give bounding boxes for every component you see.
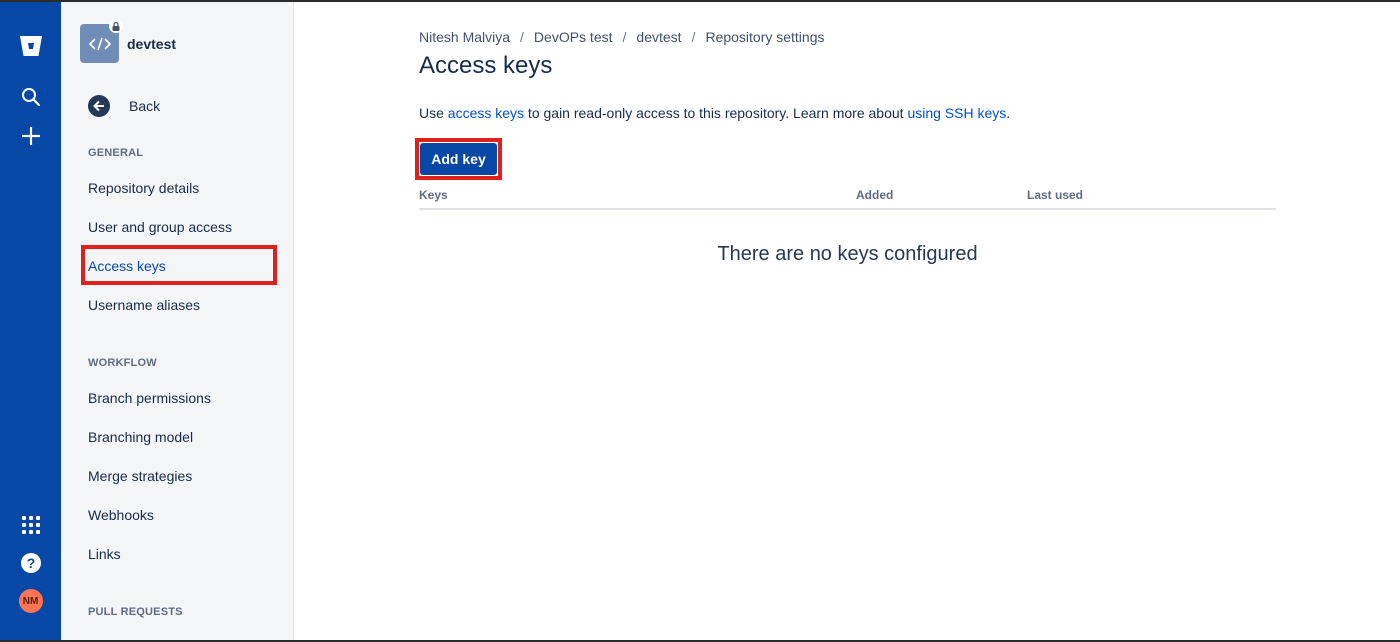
app-switcher-icon[interactable] <box>0 510 61 540</box>
breadcrumb-separator: / <box>691 29 696 45</box>
add-key-button[interactable]: Add key <box>420 143 497 175</box>
lock-icon <box>109 19 123 33</box>
section-title-workflow: WORKFLOW <box>88 357 157 369</box>
breadcrumb-item-project[interactable]: DevOPs test <box>534 29 613 45</box>
plus-icon[interactable] <box>0 120 61 152</box>
sidebar-item-merge-strategies[interactable]: Merge strategies <box>88 468 274 484</box>
section-title-pull-requests: PULL REQUESTS <box>88 606 183 618</box>
breadcrumb-item-user[interactable]: Nitesh Malviya <box>419 29 510 45</box>
keys-table-header: Keys Added Last used <box>419 188 1276 210</box>
help-icon[interactable]: ? <box>0 548 61 578</box>
description-suffix: . <box>1006 105 1011 121</box>
arrow-left-icon <box>88 95 110 117</box>
app-frame: ? NM devtest Back GENERAL Repository det… <box>0 2 1400 640</box>
breadcrumb-item-settings[interactable]: Repository settings <box>705 29 824 45</box>
sidebar-item-webhooks[interactable]: Webhooks <box>88 507 274 523</box>
global-nav: ? NM <box>0 2 61 640</box>
column-header-last-used: Last used <box>1027 188 1084 202</box>
sidebar-item-branching-model[interactable]: Branching model <box>88 429 274 445</box>
main-content: Nitesh Malviya / DevOPs test / devtest /… <box>294 2 1400 640</box>
empty-state-message: There are no keys configured <box>717 243 978 265</box>
repo-header[interactable]: devtest <box>80 19 177 63</box>
page-description: Use access keys to gain read-only access… <box>419 105 1010 121</box>
user-avatar[interactable]: NM <box>0 586 61 616</box>
search-icon[interactable] <box>0 82 61 112</box>
section-title-general: GENERAL <box>88 147 144 159</box>
breadcrumb-separator: / <box>520 29 524 45</box>
page-title: Access keys <box>419 52 553 79</box>
svg-text:?: ? <box>26 555 35 571</box>
description-prefix: Use <box>419 105 448 121</box>
repo-code-icon <box>80 19 123 63</box>
ssh-keys-link[interactable]: using SSH keys <box>907 105 1006 121</box>
breadcrumb-separator: / <box>622 29 627 45</box>
sidebar-item-links[interactable]: Links <box>88 546 274 562</box>
breadcrumb: Nitesh Malviya / DevOPs test / devtest /… <box>419 29 825 45</box>
bitbucket-logo-icon[interactable] <box>0 28 61 64</box>
sidebar-item-user-group-access[interactable]: User and group access <box>88 219 274 235</box>
highlight-annotation-access-keys <box>81 245 277 285</box>
column-header-added: Added <box>856 188 894 202</box>
repo-name: devtest <box>127 35 177 52</box>
back-button[interactable]: Back <box>88 95 160 117</box>
back-label: Back <box>129 98 161 114</box>
breadcrumb-item-repo[interactable]: devtest <box>636 29 681 45</box>
avatar-initials: NM <box>18 589 43 613</box>
access-keys-link[interactable]: access keys <box>448 105 524 121</box>
settings-sidebar: devtest Back GENERAL Repository details … <box>61 2 294 640</box>
sidebar-item-branch-permissions[interactable]: Branch permissions <box>88 390 274 406</box>
sidebar-item-username-aliases[interactable]: Username aliases <box>88 297 274 313</box>
column-header-keys: Keys <box>419 188 448 202</box>
description-middle: to gain read-only access to this reposit… <box>524 105 908 121</box>
sidebar-item-repository-details[interactable]: Repository details <box>88 180 274 196</box>
